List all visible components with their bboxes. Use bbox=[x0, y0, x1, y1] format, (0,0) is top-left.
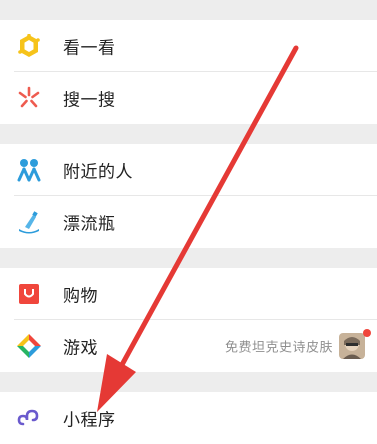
menu-item-look[interactable]: 看一看 bbox=[0, 20, 377, 72]
mini-program-icon bbox=[14, 403, 44, 433]
menu-item-search[interactable]: 搜一搜 bbox=[0, 72, 377, 124]
notification-dot bbox=[363, 329, 371, 337]
group-shop-game: 购物 游戏 免费坦克史诗皮肤 bbox=[0, 268, 377, 372]
search-spark-icon bbox=[14, 83, 44, 113]
menu-item-people-nearby[interactable]: 附近的人 bbox=[0, 144, 377, 196]
game-promo-text: 免费坦克史诗皮肤 bbox=[224, 340, 333, 356]
discover-menu: 看一看 搜一搜 附近的人 漂流瓶 购物 游戏 免费坦克史诗皮肤 小程序 bbox=[0, 0, 377, 444]
game-promo-avatar bbox=[339, 333, 365, 359]
section-gap bbox=[0, 124, 377, 144]
menu-item-label: 小程序 bbox=[63, 410, 116, 431]
drift-bottle-icon bbox=[14, 207, 44, 237]
group-mini-program: 小程序 bbox=[0, 392, 377, 444]
menu-item-label: 购物 bbox=[63, 286, 98, 307]
section-gap bbox=[0, 0, 377, 20]
group-nearby-bottle: 附近的人 漂流瓶 bbox=[0, 144, 377, 248]
menu-item-label: 游戏 bbox=[63, 338, 98, 359]
look-icon bbox=[14, 31, 44, 61]
menu-item-shopping[interactable]: 购物 bbox=[0, 268, 377, 320]
section-gap bbox=[0, 372, 377, 392]
people-nearby-icon bbox=[14, 155, 44, 185]
group-look-search: 看一看 搜一搜 bbox=[0, 20, 377, 124]
menu-item-label: 看一看 bbox=[63, 38, 116, 59]
shopping-icon bbox=[14, 279, 44, 309]
menu-item-drift-bottle[interactable]: 漂流瓶 bbox=[0, 196, 377, 248]
menu-item-label: 附近的人 bbox=[63, 162, 133, 183]
section-gap bbox=[0, 248, 377, 268]
menu-item-label: 搜一搜 bbox=[63, 90, 116, 111]
menu-item-mini-program[interactable]: 小程序 bbox=[0, 392, 377, 444]
game-icon bbox=[14, 331, 44, 361]
menu-item-label: 漂流瓶 bbox=[63, 214, 116, 235]
menu-item-game[interactable]: 游戏 免费坦克史诗皮肤 bbox=[0, 320, 377, 372]
